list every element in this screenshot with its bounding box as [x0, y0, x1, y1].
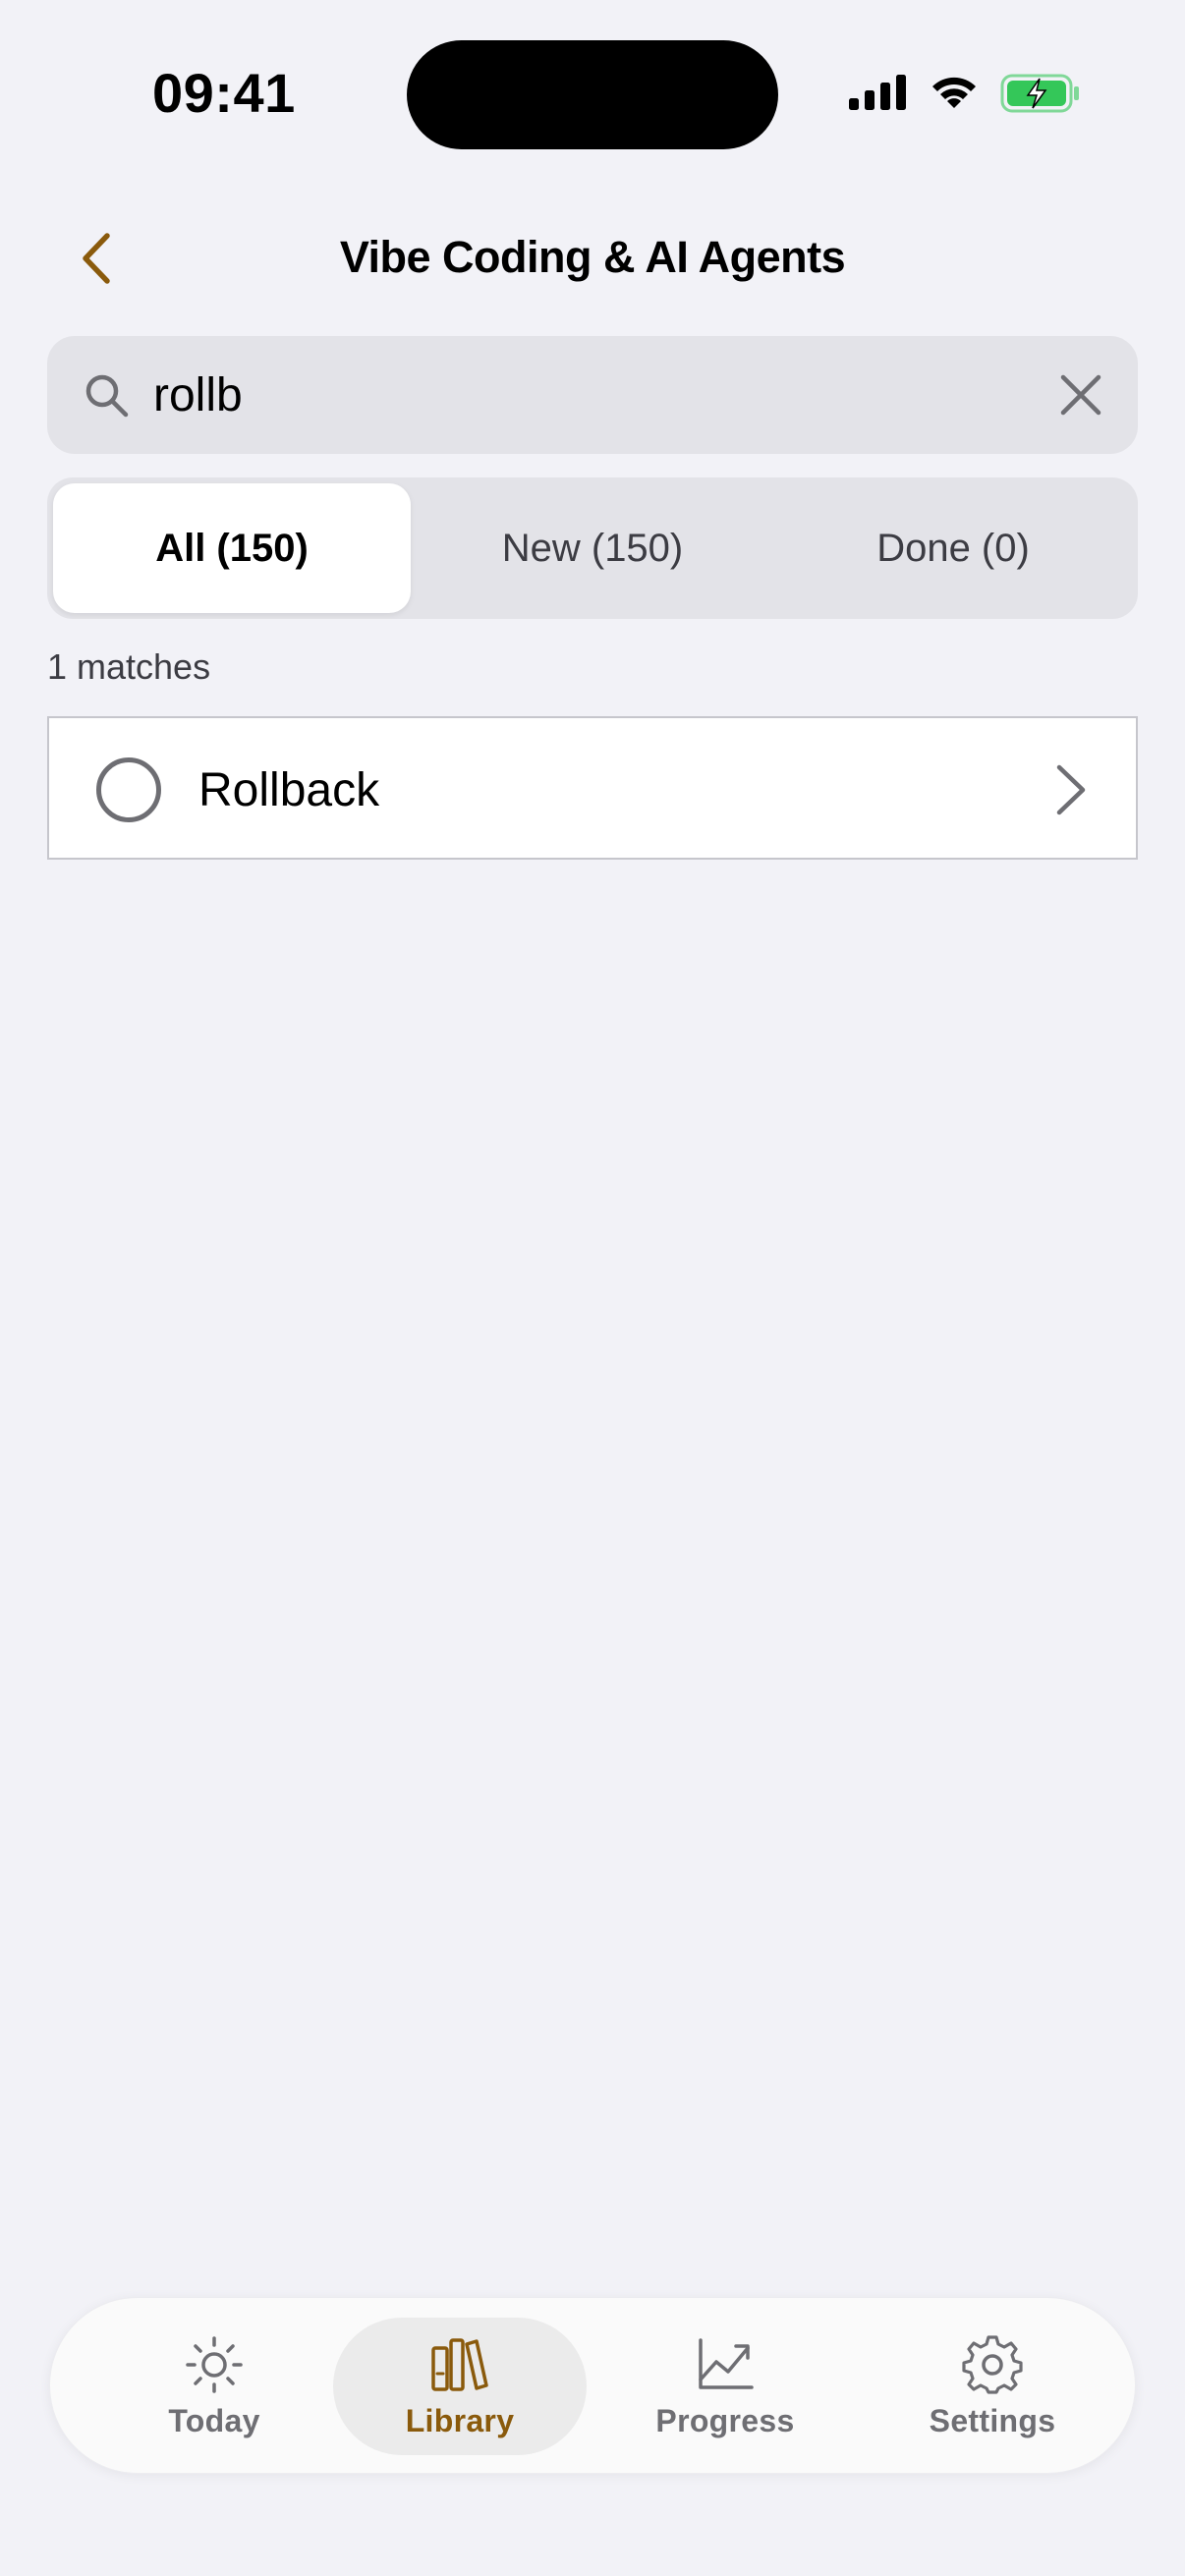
close-icon — [1060, 374, 1101, 416]
segment-done[interactable]: Done (0) — [774, 483, 1132, 613]
list-item[interactable]: Rollback — [47, 716, 1138, 860]
search-input[interactable] — [153, 365, 998, 424]
tab-today[interactable]: Today — [87, 2318, 341, 2455]
search-icon — [85, 374, 129, 418]
cellular-signal-icon — [849, 75, 906, 110]
chevron-right-icon — [1056, 764, 1086, 815]
filter-segmented-control: All (150) New (150) Done (0) — [47, 477, 1138, 619]
wifi-icon — [932, 77, 976, 108]
page-title: Vibe Coding & AI Agents — [339, 232, 846, 282]
tab-progress[interactable]: Progress — [598, 2318, 852, 2455]
completion-circle-icon[interactable] — [96, 757, 161, 822]
status-icons — [847, 73, 1083, 122]
gear-icon — [962, 2334, 1023, 2394]
tab-library[interactable]: Library — [333, 2318, 587, 2455]
status-time: 09:41 — [152, 62, 296, 124]
tab-progress-label: Progress — [655, 2402, 795, 2438]
screen: 09:41 Vibe Coding & AI Agents rollb All … — [0, 0, 1185, 2576]
list-item-label: Rollback — [198, 764, 380, 816]
segment-new[interactable]: New (150) — [414, 483, 771, 613]
sun-icon — [186, 2335, 243, 2393]
tab-today-label: Today — [168, 2402, 260, 2438]
tab-library-label: Library — [405, 2402, 515, 2438]
tab-settings[interactable]: Settings — [866, 2318, 1119, 2455]
chart-icon — [699, 2337, 754, 2389]
battery-charging-icon — [1000, 74, 1079, 113]
segment-all[interactable]: All (150) — [53, 483, 411, 613]
tab-settings-label: Settings — [929, 2402, 1056, 2438]
match-count: 1 matches — [47, 646, 211, 687]
dynamic-island — [407, 40, 778, 149]
tab-bar: Today Library Progress Settings — [49, 2297, 1136, 2474]
search-bar[interactable] — [47, 336, 1138, 454]
books-icon — [431, 2337, 488, 2391]
clear-search-button[interactable] — [1055, 369, 1106, 420]
